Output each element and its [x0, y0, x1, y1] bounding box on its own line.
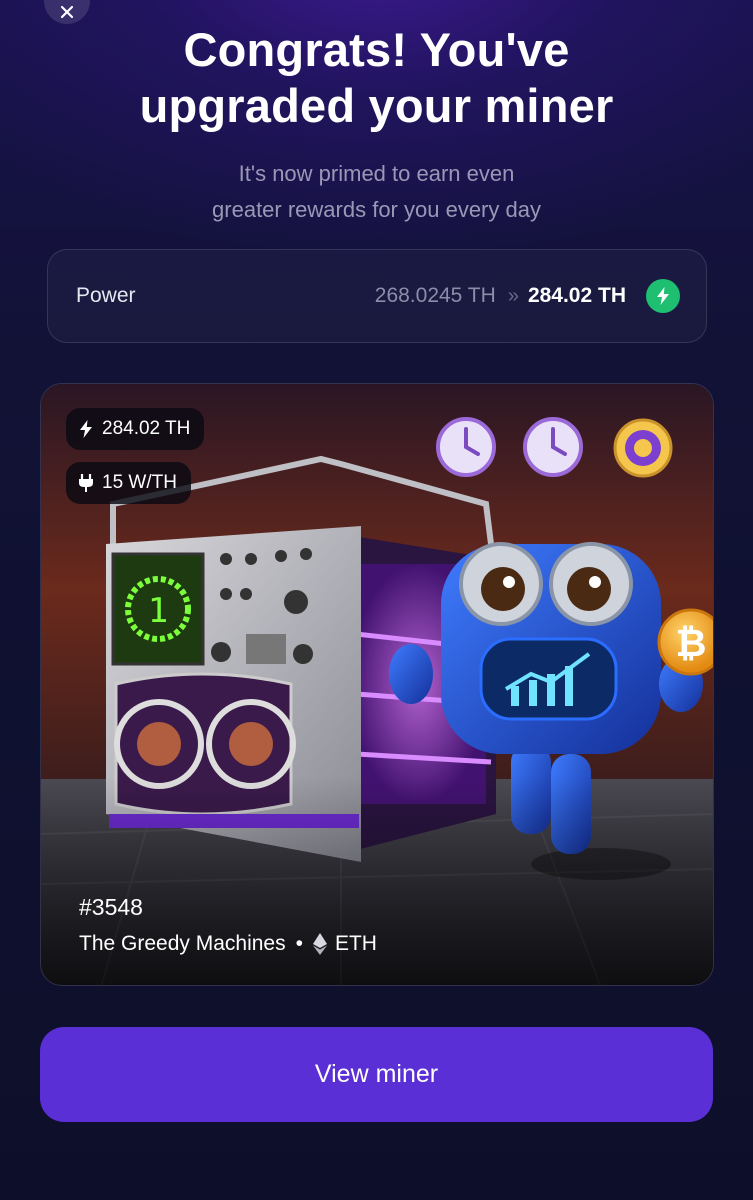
bolt-icon [657, 287, 669, 305]
power-old-value: 268.0245 TH [374, 284, 496, 307]
close-button[interactable] [44, 0, 90, 24]
ethereum-icon [312, 933, 327, 955]
efficiency-stat-value: 15 W/TH [102, 472, 177, 493]
bolt-icon [80, 420, 92, 438]
power-arrow: » [507, 284, 519, 307]
power-card: Power 268.0245 TH » 284.02 TH [47, 249, 707, 343]
meta-separator: • [295, 932, 303, 955]
power-new-value: 284.02 TH [527, 284, 626, 307]
chain-name: ETH [334, 932, 377, 955]
subtitle-line-2: greater rewards for you every day [212, 197, 541, 222]
power-badge [646, 279, 680, 313]
title-line-1: Congrats! You've [183, 23, 570, 76]
plug-icon [79, 474, 93, 492]
miner-id: #3548 [79, 894, 143, 920]
power-label: Power [76, 284, 136, 307]
power-stat-pill: 284.02 TH [66, 408, 205, 450]
collection-name: The Greedy Machines [79, 932, 286, 955]
subtitle-line-1: It's now primed to earn even [238, 161, 515, 186]
close-icon [60, 5, 74, 19]
miner-meta: The Greedy Machines • ETH [79, 932, 377, 956]
title-line-2: upgraded your miner [139, 79, 614, 132]
miner-card[interactable]: 1 [40, 383, 714, 986]
page-subtitle: It's now primed to earn even greater rew… [0, 156, 753, 228]
efficiency-stat-pill: 15 W/TH [66, 462, 191, 504]
view-miner-button[interactable]: View miner [40, 1027, 713, 1122]
page-title: Congrats! You've upgraded your miner [0, 22, 753, 134]
power-stat-value: 284.02 TH [102, 418, 191, 439]
